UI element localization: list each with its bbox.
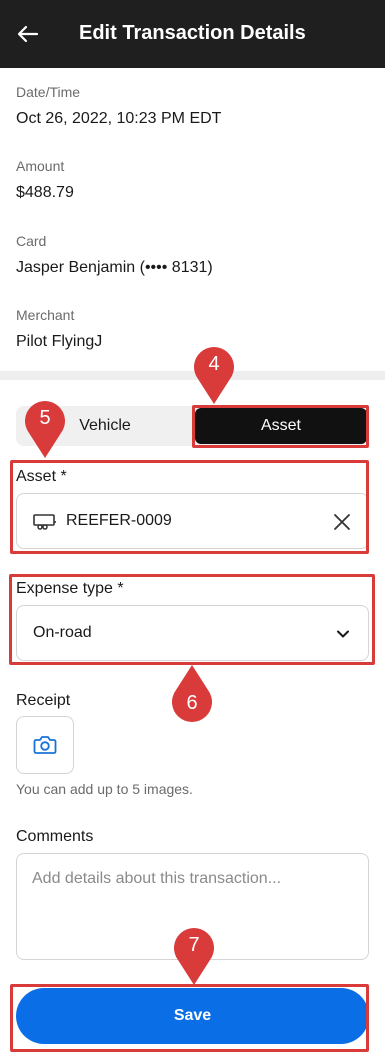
trailer-icon xyxy=(33,513,57,536)
save-button[interactable]: Save xyxy=(16,988,369,1044)
chevron-down-icon xyxy=(334,625,352,643)
datetime-label: Date/Time xyxy=(16,84,81,100)
datetime-value: Oct 26, 2022, 10:23 PM EDT xyxy=(16,110,222,127)
expense-type-value: On-road xyxy=(33,624,92,641)
close-icon[interactable] xyxy=(332,512,352,532)
app-header: Edit Transaction Details xyxy=(0,0,385,68)
arrow-left-icon xyxy=(17,25,39,43)
comments-label: Comments xyxy=(16,828,94,845)
annotation-marker-7: 7 xyxy=(172,924,216,986)
segment-asset[interactable]: Asset xyxy=(195,408,367,444)
camera-icon xyxy=(33,736,57,754)
asset-field[interactable]: REEFER-0009 xyxy=(16,493,369,549)
vehicle-asset-toggle: Vehicle Asset xyxy=(16,406,369,446)
annotation-marker-5: 5 xyxy=(23,397,67,459)
annotation-marker-6: 6 xyxy=(170,664,214,726)
annotation-marker-4: 4 xyxy=(192,343,236,405)
receipt-helper-text: You can add up to 5 images. xyxy=(16,781,193,797)
card-label: Card xyxy=(16,233,47,249)
page-title: Edit Transaction Details xyxy=(79,22,306,44)
asset-value: REEFER-0009 xyxy=(66,512,172,529)
amount-label: Amount xyxy=(16,158,65,174)
back-button[interactable] xyxy=(14,20,42,48)
expense-type-select[interactable]: On-road xyxy=(16,605,369,661)
add-receipt-button[interactable] xyxy=(16,716,74,774)
card-value: Jasper Benjamin (•••• 8131) xyxy=(16,259,213,276)
amount-value: $488.79 xyxy=(16,184,74,201)
merchant-value: Pilot FlyingJ xyxy=(16,333,103,350)
receipt-label: Receipt xyxy=(16,692,71,709)
merchant-label: Merchant xyxy=(16,307,75,323)
expense-type-label: Expense type * xyxy=(16,580,124,597)
asset-label: Asset * xyxy=(16,468,67,485)
